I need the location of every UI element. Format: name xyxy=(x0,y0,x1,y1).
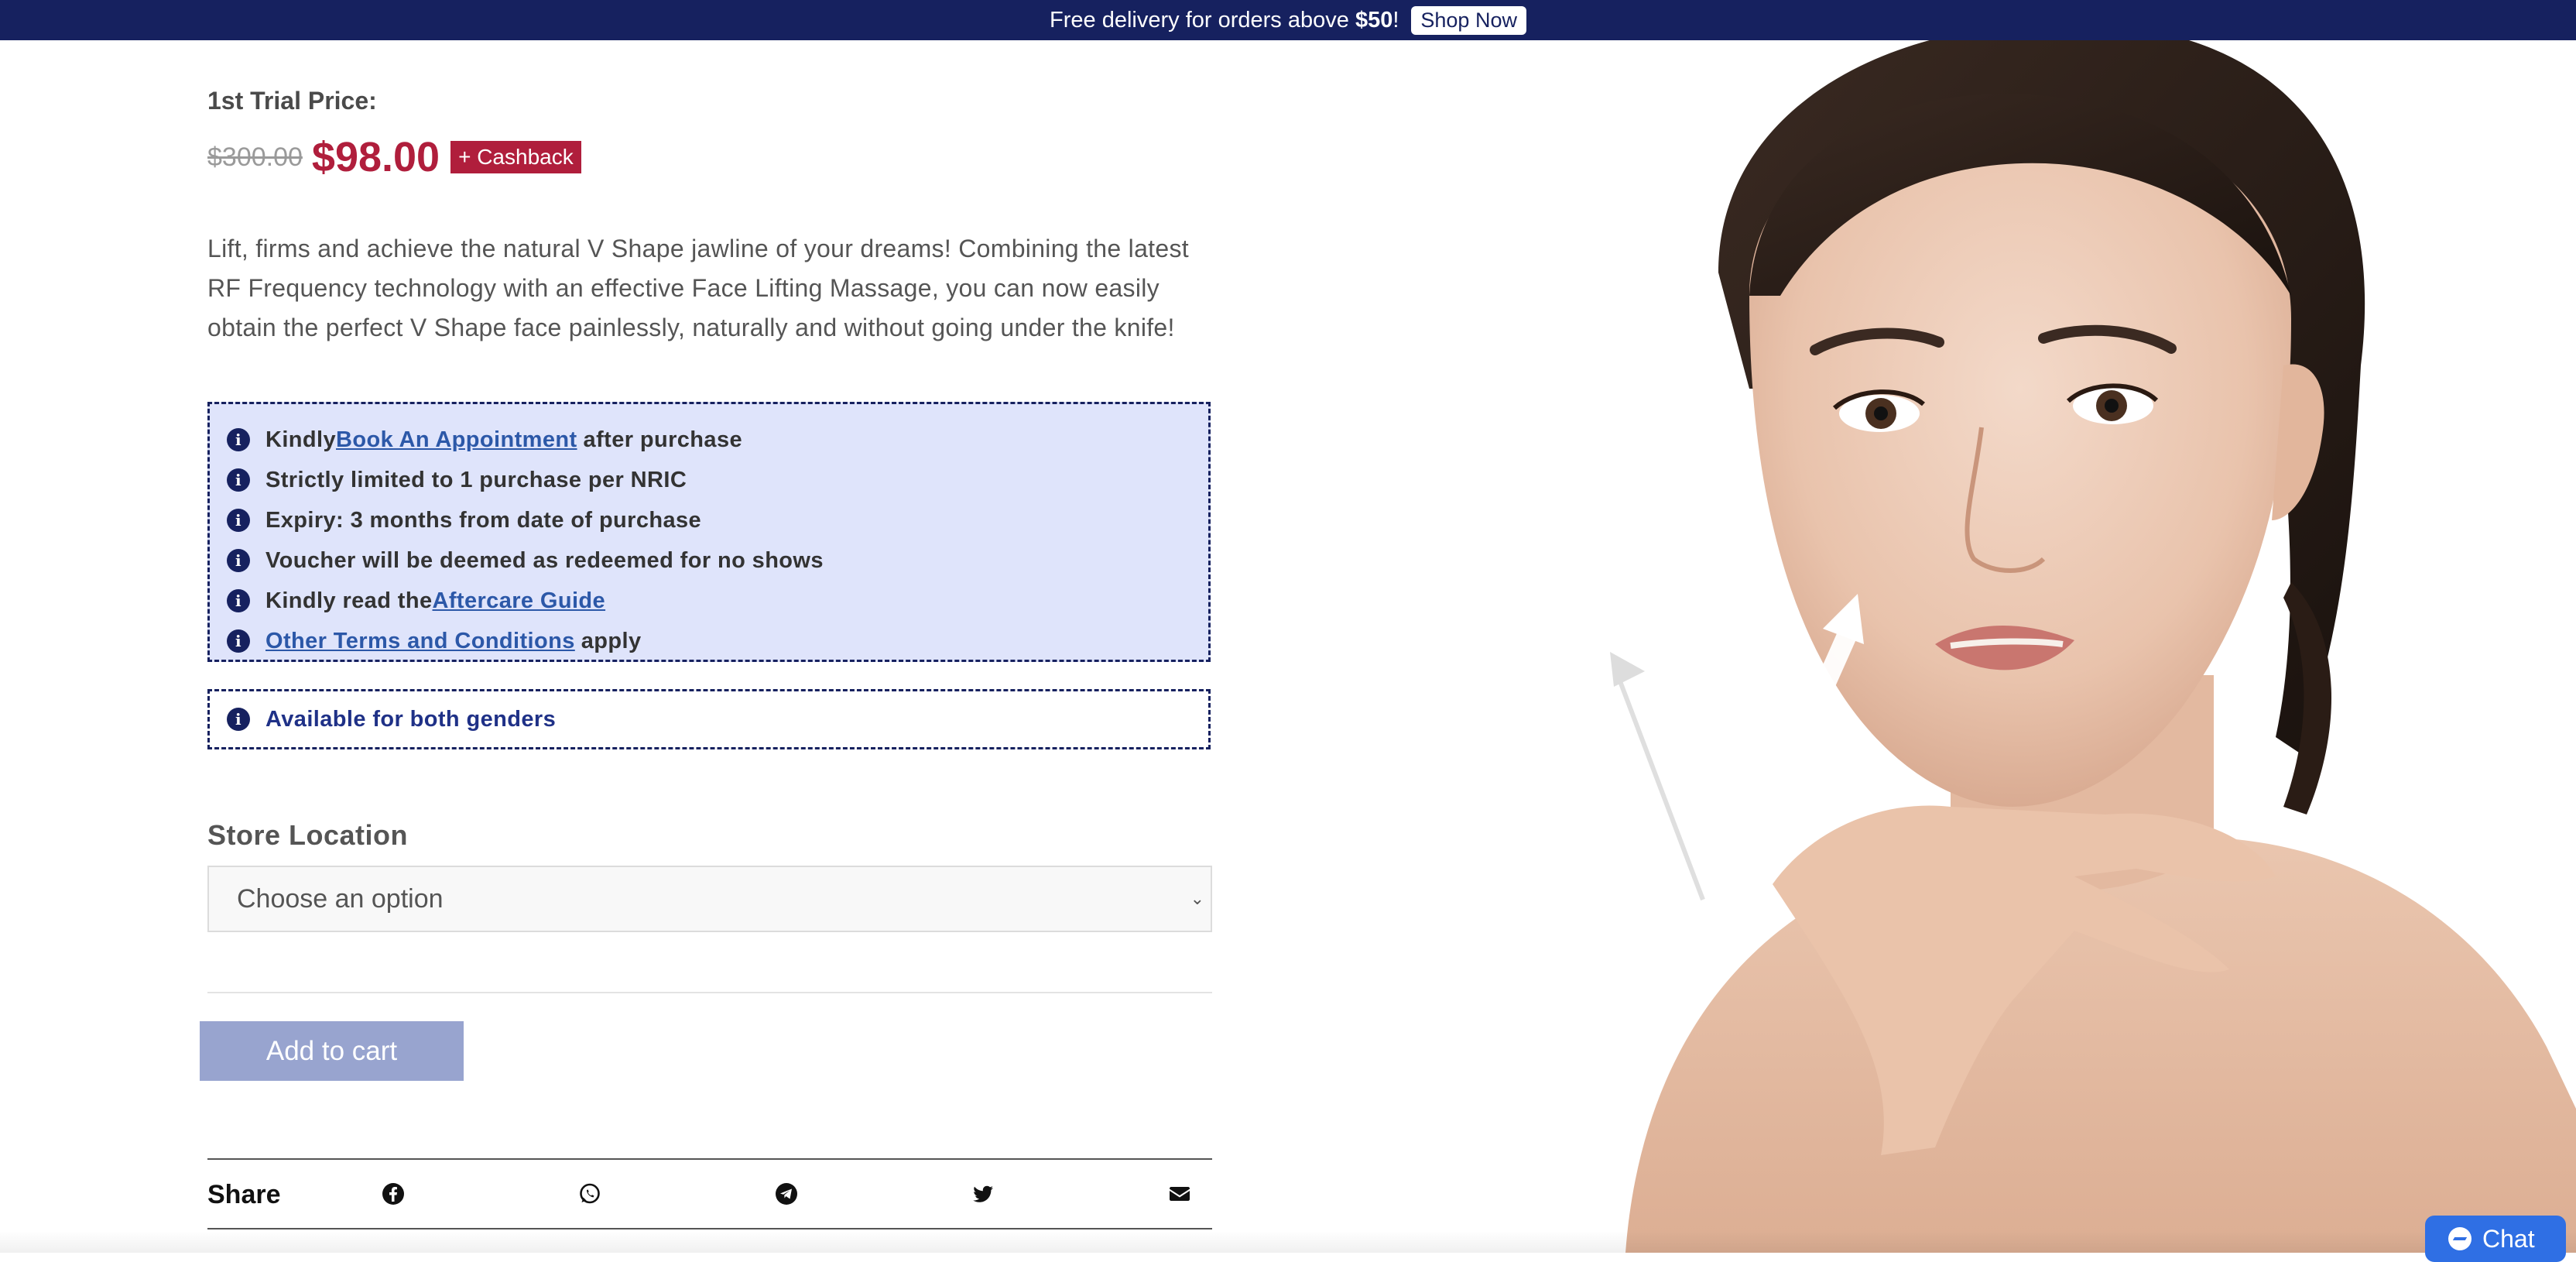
model-face-image xyxy=(1610,40,2576,1253)
shop-now-button[interactable]: Shop Now xyxy=(1411,5,1526,35)
purchase-info-box: i Kindly Book An Appointment after purch… xyxy=(207,402,1211,662)
messenger-icon xyxy=(2448,1227,2472,1250)
chevron-down-icon: ⌄ xyxy=(1190,889,1204,908)
divider xyxy=(207,992,1212,993)
announcement-text: Free delivery for orders above $50! xyxy=(1050,7,1399,33)
facebook-icon[interactable] xyxy=(381,1181,406,1206)
twitter-icon[interactable] xyxy=(971,1181,995,1206)
add-to-cart-button[interactable]: Add to cart xyxy=(200,1021,464,1081)
book-appointment-link[interactable]: Book An Appointment xyxy=(336,427,577,453)
info-icon: i xyxy=(227,509,250,532)
sale-price: $98.00 xyxy=(311,134,440,180)
announcement-bar: Free delivery for orders above $50! Shop… xyxy=(0,0,2576,40)
trial-price-label: 1st Trial Price: xyxy=(207,87,377,115)
share-label: Share xyxy=(207,1180,281,1209)
telegram-icon[interactable] xyxy=(774,1181,799,1206)
info-item-appointment: i Kindly Book An Appointment after purch… xyxy=(227,420,1208,460)
info-item-limit: i Strictly limited to 1 purchase per NRI… xyxy=(227,460,1208,500)
info-icon: i xyxy=(227,549,250,572)
chat-label: Chat xyxy=(2482,1224,2535,1253)
share-bar: Share xyxy=(207,1158,1212,1229)
chat-button[interactable]: Chat xyxy=(2425,1216,2566,1262)
original-price: $300.00 xyxy=(207,142,303,172)
info-icon: i xyxy=(227,708,250,731)
terms-conditions-link[interactable]: Other Terms and Conditions xyxy=(265,629,575,654)
info-item-terms: i Other Terms and Conditions apply xyxy=(227,621,1208,661)
info-item-no-show: i Voucher will be deemed as redeemed for… xyxy=(227,540,1208,581)
store-location-label: Store Location xyxy=(207,819,409,851)
info-item-aftercare: i Kindly read the Aftercare Guide xyxy=(227,581,1208,621)
cashback-badge: + Cashback xyxy=(450,141,581,173)
info-icon: i xyxy=(227,629,250,653)
email-icon[interactable] xyxy=(1167,1181,1192,1206)
aftercare-guide-link[interactable]: Aftercare Guide xyxy=(433,588,606,614)
price-row: $300.00 $98.00 + Cashback xyxy=(207,133,581,181)
info-item-expiry: i Expiry: 3 months from date of purchase xyxy=(227,500,1208,540)
bottom-shadow xyxy=(0,1231,2576,1253)
info-icon: i xyxy=(227,468,250,492)
store-location-value: Choose an option xyxy=(237,883,444,914)
info-icon: i xyxy=(227,428,250,451)
whatsapp-icon[interactable] xyxy=(577,1181,602,1206)
gender-note-box: i Available for both genders xyxy=(207,689,1211,749)
gender-note: Available for both genders xyxy=(265,706,557,732)
info-icon: i xyxy=(227,589,250,612)
product-description: Lift, firms and achieve the natural V Sh… xyxy=(207,235,1189,341)
store-location-select[interactable]: Choose an option ⌄ xyxy=(207,866,1212,932)
